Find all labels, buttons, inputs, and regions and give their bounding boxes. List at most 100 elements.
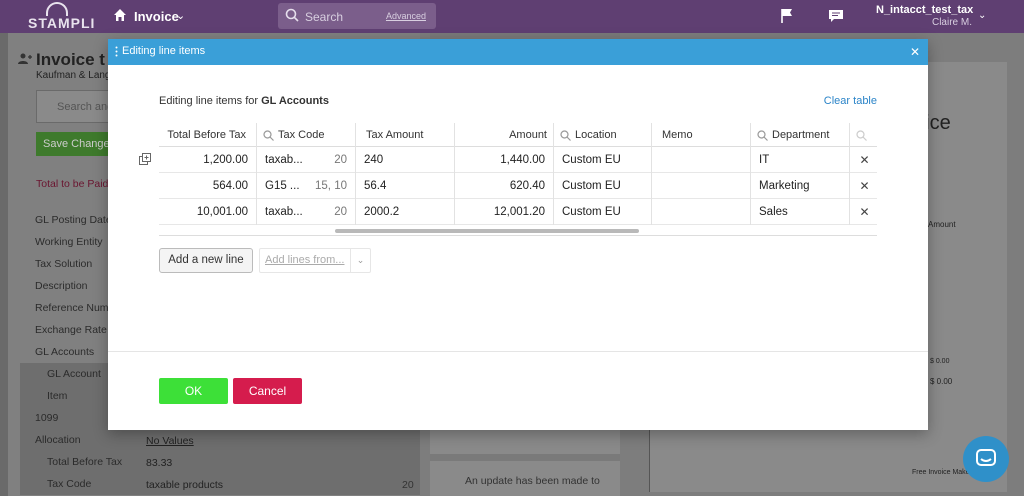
- update-text: An update has been made to: [465, 475, 600, 487]
- close-icon[interactable]: ✕: [910, 45, 920, 59]
- add-lines-from-select[interactable]: Add lines from... ⌄: [259, 248, 371, 273]
- column-amount[interactable]: Amount: [455, 123, 554, 147]
- search-icon: [263, 129, 274, 141]
- column-location[interactable]: Location: [554, 123, 652, 147]
- dialog-divider: [108, 351, 928, 352]
- drag-handle-icon[interactable]: [115, 46, 118, 57]
- cell-location[interactable]: Custom EU: [554, 199, 652, 225]
- activity-card: [430, 428, 620, 454]
- table-row[interactable]: 564.00 G15 ... 15, 10 56.4 620.40 Custom …: [159, 173, 877, 199]
- column-tax-code[interactable]: Tax Code: [257, 123, 356, 147]
- cell-tax-code[interactable]: taxab... 20: [257, 199, 356, 225]
- delete-row-icon[interactable]: ✕: [852, 173, 877, 199]
- table-row[interactable]: 1,200.00 taxab... 20 240 1,440.00 Custom …: [159, 147, 877, 173]
- tax-code-rate: 20: [334, 206, 347, 218]
- chat-icon: [976, 449, 996, 466]
- cell-amount[interactable]: 1,440.00: [455, 147, 554, 173]
- comments-icon[interactable]: [828, 9, 844, 23]
- line-items-grid: Total Before Tax Tax Code Tax Amount Amo…: [159, 123, 877, 236]
- doc-total-a: $ 0.00: [930, 358, 950, 365]
- column-tax-amount[interactable]: Tax Amount: [356, 123, 455, 147]
- cell-memo[interactable]: [652, 147, 751, 173]
- stampli-logo[interactable]: STAMPLI: [28, 2, 94, 31]
- column-extra[interactable]: [850, 123, 877, 147]
- grid-header: Total Before Tax Tax Code Tax Amount Amo…: [159, 123, 877, 147]
- cell-total-before-tax[interactable]: 10,001.00: [159, 199, 257, 225]
- section-title[interactable]: Invoice: [134, 9, 179, 24]
- cancel-button[interactable]: Cancel: [233, 378, 302, 404]
- cell-amount[interactable]: 620.40: [455, 173, 554, 199]
- dialog-title: Editing line items: [122, 45, 206, 57]
- company-name[interactable]: N_intacct_test_tax: [876, 4, 973, 16]
- column-total-before-tax[interactable]: Total Before Tax: [159, 123, 257, 147]
- cell-tax-amount[interactable]: 240: [356, 147, 455, 173]
- global-search[interactable]: Search Advanced: [278, 3, 436, 29]
- vendor-name: Kaufman & Lang: [36, 70, 111, 81]
- subtitle-section: GL Accounts: [261, 95, 329, 107]
- user-name[interactable]: Claire M.: [932, 17, 972, 28]
- search-icon: [560, 129, 571, 141]
- doc-total-b: $ 0.00: [930, 377, 953, 386]
- search-placeholder: Search: [305, 10, 344, 24]
- column-tax-code-label: Tax Code: [278, 129, 325, 141]
- top-navbar: STAMPLI Invoice ⌄ Search Advanced N_inta…: [0, 0, 1024, 33]
- cell-memo[interactable]: [652, 199, 751, 225]
- add-new-line-button[interactable]: Add a new line: [159, 248, 253, 273]
- column-department-label: Department: [772, 129, 830, 141]
- save-changes-button[interactable]: Save Change: [36, 132, 116, 156]
- user-add-icon: [18, 53, 32, 64]
- cell-total-before-tax[interactable]: 1,200.00: [159, 147, 257, 173]
- chevron-down-icon[interactable]: ⌄: [978, 10, 986, 21]
- cell-location[interactable]: Custom EU: [554, 147, 652, 173]
- column-memo[interactable]: Memo: [652, 123, 751, 147]
- table-row[interactable]: 10,001.00 taxab... 20 2000.2 12,001.20 Cu…: [159, 199, 877, 225]
- scrollbar-track[interactable]: [0, 33, 8, 496]
- search-icon: [757, 129, 768, 141]
- allocation-value[interactable]: No Values: [146, 435, 194, 447]
- cell-location[interactable]: Custom EU: [554, 173, 652, 199]
- tax-code-number: 20: [402, 479, 414, 491]
- delete-row-icon[interactable]: ✕: [852, 199, 877, 225]
- invoice-title: Invoice t: [36, 50, 105, 69]
- cell-department[interactable]: Marketing: [751, 173, 850, 199]
- cell-tax-amount[interactable]: 2000.2: [356, 199, 455, 225]
- clear-table-link[interactable]: Clear table: [824, 95, 877, 107]
- horizontal-scrollbar[interactable]: [335, 229, 639, 233]
- chevron-down-icon[interactable]: ⌄: [176, 9, 185, 22]
- search-icon: [856, 129, 867, 141]
- doc-footer: Free Invoice Make: [912, 469, 970, 476]
- update-card: An update has been made to: [430, 461, 620, 496]
- bg-search-box[interactable]: Search and: [36, 90, 116, 123]
- tax-code-text: G15 ...: [265, 180, 300, 192]
- duplicate-icon[interactable]: [139, 153, 152, 166]
- cell-memo[interactable]: [652, 173, 751, 199]
- total-before-tax-value: 83.33: [146, 457, 173, 469]
- field-total-before-tax[interactable]: Total Before Tax: [20, 451, 420, 473]
- support-chat-button[interactable]: [963, 436, 1009, 482]
- logo-text: STAMPLI: [28, 15, 96, 31]
- cell-tax-code[interactable]: taxab... 20: [257, 147, 356, 173]
- doc-amount-label: Amount: [928, 220, 956, 229]
- tax-code-text: taxab...: [265, 206, 303, 218]
- tax-code-text: taxab...: [265, 154, 303, 166]
- field-allocation[interactable]: Allocation: [20, 429, 420, 451]
- cell-department[interactable]: IT: [751, 147, 850, 173]
- add-lines-from-placeholder: Add lines from...: [265, 254, 345, 266]
- column-location-label: Location: [575, 129, 617, 141]
- cell-tax-amount[interactable]: 56.4: [356, 173, 455, 199]
- tax-code-rate: 20: [334, 154, 347, 166]
- dialog-header[interactable]: Editing line items ✕: [108, 39, 928, 65]
- ok-button[interactable]: OK: [159, 378, 228, 404]
- advanced-search-link[interactable]: Advanced: [386, 11, 426, 21]
- tax-code-value: taxable products: [146, 479, 224, 491]
- cell-amount[interactable]: 12,001.20: [455, 199, 554, 225]
- chevron-down-icon[interactable]: ⌄: [350, 249, 370, 272]
- delete-row-icon[interactable]: ✕: [852, 147, 877, 173]
- cell-total-before-tax[interactable]: 564.00: [159, 173, 257, 199]
- home-icon[interactable]: [113, 8, 127, 22]
- flag-icon[interactable]: [780, 8, 794, 24]
- cell-department[interactable]: Sales: [751, 199, 850, 225]
- column-department[interactable]: Department: [751, 123, 850, 147]
- tax-code-rate: 15, 10: [315, 180, 347, 192]
- cell-tax-code[interactable]: G15 ... 15, 10: [257, 173, 356, 199]
